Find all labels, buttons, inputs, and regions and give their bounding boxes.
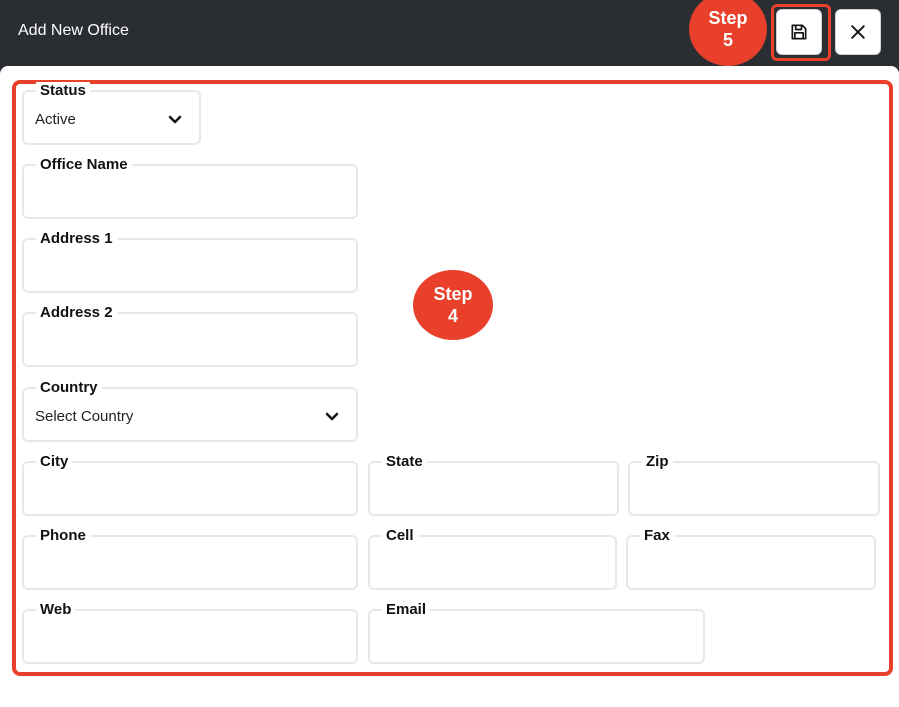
office-name-label: Office Name xyxy=(36,156,132,173)
address1-label: Address 1 xyxy=(36,230,117,247)
address2-label: Address 2 xyxy=(36,304,117,321)
city-label: City xyxy=(36,453,73,470)
zip-field[interactable]: Zip xyxy=(628,453,880,516)
phone-label: Phone xyxy=(36,527,90,544)
step-5-line1: Step xyxy=(708,8,748,28)
state-label: State xyxy=(382,453,427,470)
country-label: Country xyxy=(36,379,102,396)
step-4-line2: 4 xyxy=(447,306,458,326)
office-name-field[interactable]: Office Name xyxy=(22,156,358,219)
phone-field[interactable]: Phone xyxy=(22,527,358,590)
step-4-badge: Step 4 xyxy=(413,270,493,340)
close-icon xyxy=(851,25,865,39)
address2-field[interactable]: Address 2 xyxy=(22,304,358,367)
zip-label: Zip xyxy=(642,453,673,470)
cell-label: Cell xyxy=(382,527,418,544)
web-label: Web xyxy=(36,601,76,618)
chevron-down-icon xyxy=(168,115,182,124)
city-field[interactable]: City xyxy=(22,453,358,516)
address1-field[interactable]: Address 1 xyxy=(22,230,358,293)
chevron-down-icon xyxy=(325,412,339,421)
status-label: Status xyxy=(36,82,90,99)
step-4-line1: Step xyxy=(433,284,473,304)
save-icon xyxy=(791,24,807,40)
country-value: Select Country xyxy=(35,408,134,425)
country-select[interactable]: Country Select Country xyxy=(22,379,358,442)
dialog-title: Add New Office xyxy=(18,22,129,39)
web-field[interactable]: Web xyxy=(22,601,358,664)
email-label: Email xyxy=(382,601,431,618)
state-field[interactable]: State xyxy=(368,453,619,516)
step-5-line2: 5 xyxy=(722,30,733,50)
fax-label: Fax xyxy=(640,527,674,544)
fax-field[interactable]: Fax xyxy=(626,527,876,590)
status-value: Active xyxy=(35,111,76,128)
save-button[interactable] xyxy=(776,9,822,55)
cell-field[interactable]: Cell xyxy=(368,527,617,590)
status-select[interactable]: Status Active xyxy=(22,82,201,145)
close-button[interactable] xyxy=(835,9,881,55)
email-field[interactable]: Email xyxy=(368,601,705,664)
